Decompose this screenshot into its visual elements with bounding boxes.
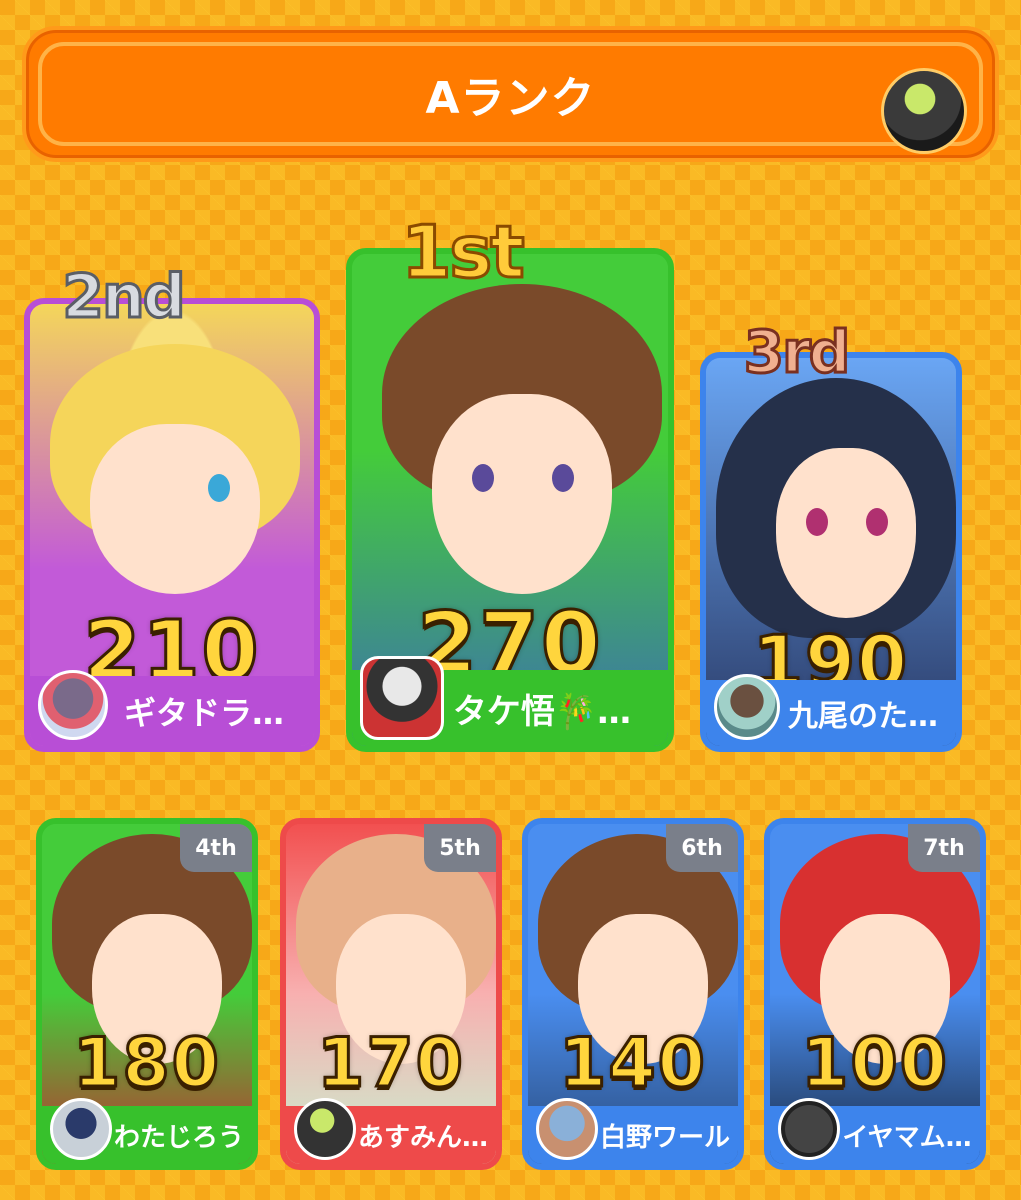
rank-badge-label: 3rd [742, 317, 852, 388]
character-eye [208, 474, 230, 502]
rank-tag: 6th [666, 824, 738, 872]
player-avatar[interactable] [294, 1098, 356, 1160]
rank-badge-3rd: 3rd [726, 317, 866, 388]
score-value: 180 [72, 1023, 221, 1105]
character-face [90, 424, 260, 594]
ranking-card-6th[interactable]: 140 白野ワール 6th [522, 818, 744, 1170]
user-avatar[interactable] [881, 68, 967, 154]
rank-header: Aランク [22, 26, 999, 162]
ranking-card-5th[interactable]: 170 あすみん… 5th [280, 818, 502, 1170]
character-eye [866, 508, 888, 536]
podium-card-1st[interactable]: 270 タケ悟🎋… [346, 248, 674, 752]
player-avatar[interactable] [360, 656, 444, 740]
score-value: 170 [316, 1023, 465, 1105]
ranking-card-7th[interactable]: 100 イヤマム… 7th [764, 818, 986, 1170]
rank-tag: 5th [424, 824, 496, 872]
score-value: 140 [558, 1023, 707, 1105]
rank-badge-1st: 1st [372, 209, 552, 296]
character-eye [472, 464, 494, 492]
rank-badge-2nd: 2nd [48, 261, 198, 334]
character-eye [552, 464, 574, 492]
score-value: 100 [800, 1023, 949, 1105]
player-avatar[interactable] [50, 1098, 112, 1160]
rank-badge-label: 1st [400, 209, 526, 296]
rank-tag: 7th [908, 824, 980, 872]
player-avatar[interactable] [536, 1098, 598, 1160]
player-avatar[interactable] [778, 1098, 840, 1160]
rank-badge-label: 2nd [61, 261, 187, 334]
character-face [432, 394, 612, 594]
rank-tag: 4th [180, 824, 252, 872]
ranking-card-4th[interactable]: 180 わたじろう 4th [36, 818, 258, 1170]
podium-card-3rd[interactable]: 190 九尾のた… [700, 352, 962, 752]
player-avatar[interactable] [38, 670, 108, 740]
podium-card-2nd[interactable]: 210 ギタドラ… [24, 298, 320, 752]
character-face [776, 448, 916, 618]
character-eye [806, 508, 828, 536]
rank-header-inner: Aランク [38, 42, 983, 146]
rank-title: Aランク [425, 73, 596, 124]
player-avatar[interactable] [714, 674, 780, 740]
